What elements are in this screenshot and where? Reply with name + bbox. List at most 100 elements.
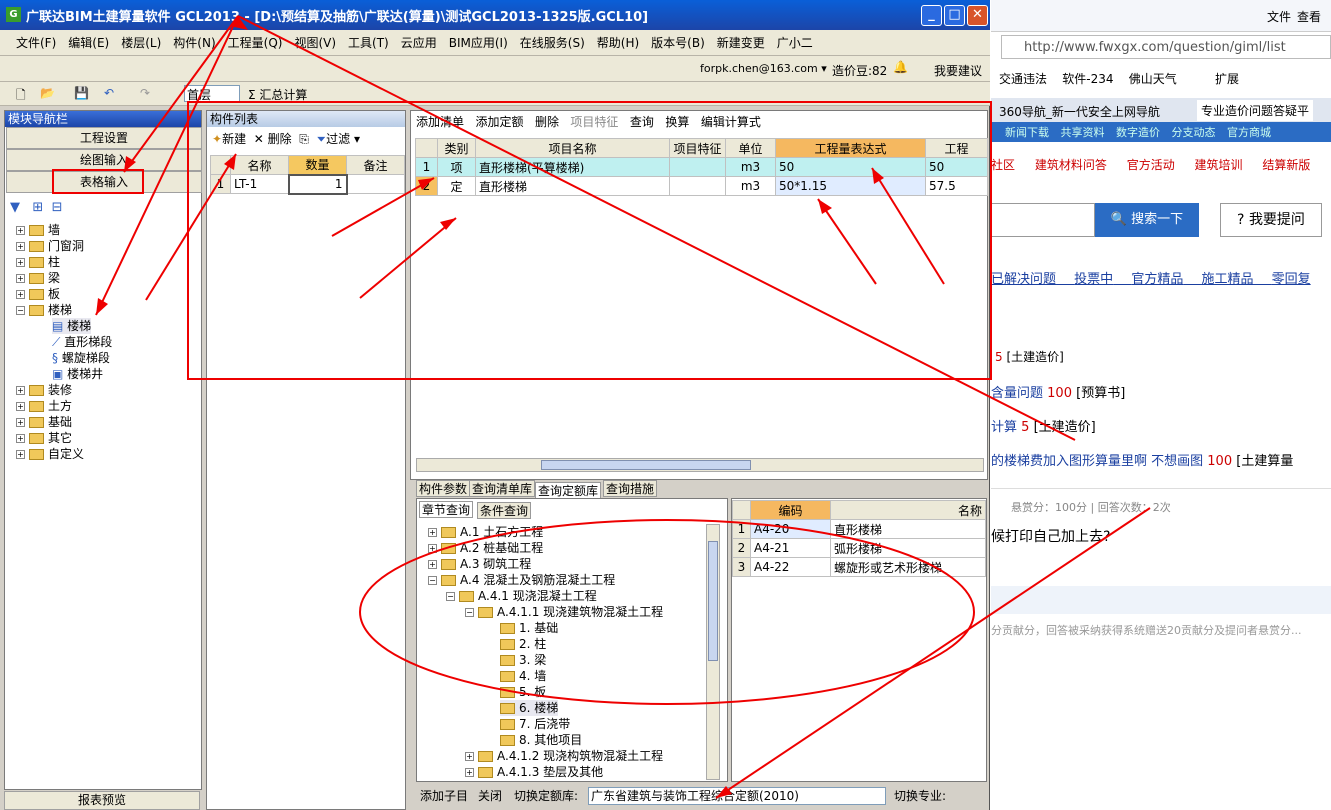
tree-vscrollbar[interactable]	[706, 524, 720, 780]
menu-guangxiaoer[interactable]: 广小二	[777, 34, 813, 51]
tree-item-straight-flight[interactable]: ⟋ 直形梯段	[52, 334, 112, 350]
fav-extension[interactable]: 扩展	[1215, 72, 1239, 86]
scroll-thumb[interactable]	[541, 460, 751, 470]
tree-item-beam[interactable]: + 梁	[16, 270, 60, 286]
question-item[interactable]: 计算 5 [土建造价]	[991, 416, 1096, 435]
filter-button[interactable]: ⏷过滤 ▾	[317, 132, 360, 146]
fav-traffic[interactable]: 交通违法	[999, 72, 1047, 86]
menu-floor[interactable]: 楼层(L)	[121, 34, 161, 51]
browser-menu-view[interactable]: 查看	[1297, 8, 1321, 25]
question-item[interactable]: 含量问题 100 [预算书]	[991, 382, 1125, 401]
menu-version[interactable]: 版本号(B)	[651, 34, 705, 51]
table-row[interactable]: 1 LT-1 1	[210, 173, 405, 195]
suggest-button[interactable]: 我要建议	[934, 62, 982, 79]
delete-component-button[interactable]: ✕ 删除	[254, 132, 292, 146]
site-search-button[interactable]: 🔍 搜索一下	[1095, 203, 1199, 237]
bell-icon[interactable]: 🔔	[893, 60, 908, 74]
tab-bill-library[interactable]: 查询清单库	[469, 480, 536, 497]
tab-condition-query[interactable]: 条件查询	[477, 502, 532, 519]
browser-tab-360[interactable]: 360导航_新一代安全上网导航	[999, 103, 1160, 120]
menu-new-change[interactable]: 新建变更	[717, 34, 765, 51]
menu-bim[interactable]: BIM应用(I)	[449, 34, 508, 51]
tree-item-column[interactable]: + 柱	[16, 254, 60, 270]
tree-item-foundation[interactable]: + 基础	[16, 414, 72, 430]
table-row[interactable]: 3 A4-22 螺旋形或艺术形楼梯	[732, 557, 986, 577]
new-component-button[interactable]: ✦新建	[212, 132, 246, 146]
fav-software[interactable]: 软件-234	[1062, 72, 1113, 86]
nav-project-settings[interactable]: 工程设置	[6, 127, 202, 149]
question-item[interactable]: 5 [土建造价]	[995, 348, 1064, 365]
tree-item-a3[interactable]: + A.3 砌筑工程	[428, 556, 531, 572]
new-file-icon[interactable]: 🗋	[16, 86, 26, 107]
tree-item-slab[interactable]: 5. 板	[500, 684, 546, 700]
account-email[interactable]: forpk.chen@163.com ▾	[700, 62, 827, 75]
site-search-input[interactable]	[991, 203, 1095, 237]
filter-icon[interactable]: ▼	[10, 200, 20, 215]
nav-table-input[interactable]: 表格输入	[6, 171, 202, 193]
tree-item-other[interactable]: + 其它	[16, 430, 72, 446]
add-child-button[interactable]: 添加子目	[420, 786, 468, 806]
menu-file[interactable]: 文件(F)	[16, 34, 56, 51]
tree-item-custom[interactable]: + 自定义	[16, 446, 84, 462]
copy-icon[interactable]: ⎘	[299, 132, 309, 146]
query-button[interactable]: 查询	[630, 115, 654, 129]
tree-item-a41[interactable]: − A.4.1 现浇混凝土工程	[446, 588, 597, 604]
tab-measures[interactable]: 查询措施	[603, 480, 658, 497]
tree-item-a411[interactable]: − A.4.1.1 现浇建筑物混凝土工程	[465, 604, 663, 620]
tree-item-stairs[interactable]: − 楼梯	[16, 302, 72, 318]
tree-scroll-thumb[interactable]	[708, 541, 718, 661]
address-bar[interactable]: http://www.fwxgx.com/question/giml/list	[1001, 35, 1331, 59]
fav-weather[interactable]: 佛山天气	[1129, 72, 1177, 86]
tree-item-wall[interactable]: 4. 墙	[500, 668, 546, 684]
menu-cloud[interactable]: 云应用	[401, 34, 437, 51]
browser-menu-file[interactable]: 文件	[1267, 8, 1291, 25]
menu-tools[interactable]: 工具(T)	[348, 34, 389, 51]
tab-chapter-query[interactable]: 章节查询	[419, 501, 474, 518]
quota-lib-select[interactable]: 广东省建筑与装饰工程综合定额(2010)	[588, 787, 886, 805]
edit-formula-button[interactable]: 编辑计算式	[701, 115, 761, 129]
tree-item-slab[interactable]: + 板	[16, 286, 60, 302]
menu-online[interactable]: 在线服务(S)	[520, 34, 585, 51]
tree-item-a2[interactable]: + A.2 桩基础工程	[428, 540, 543, 556]
nav-drawing-input[interactable]: 绘图输入	[6, 149, 202, 171]
add-quota-button[interactable]: 添加定额	[475, 115, 523, 129]
tree-item-a412[interactable]: + A.4.1.2 现浇构筑物混凝土工程	[465, 748, 663, 764]
tree-item-column[interactable]: 2. 柱	[500, 636, 546, 652]
feature-button[interactable]: 项目特征	[570, 115, 618, 129]
collapse-icon[interactable]: ⊟	[52, 200, 63, 215]
tree-item-earthwork[interactable]: + 土方	[16, 398, 72, 414]
table-row[interactable]: 2 定直形楼梯 m3 50*1.15 57.5	[415, 176, 988, 196]
table-row[interactable]: 2 A4-21 弧形楼梯	[732, 538, 986, 558]
minimize-button[interactable]: _	[921, 5, 942, 26]
report-preview-button[interactable]: 报表预览	[4, 791, 200, 810]
undo-icon[interactable]: ↶	[104, 86, 114, 100]
tree-item-beam[interactable]: 3. 梁	[500, 652, 546, 668]
tree-item-opening[interactable]: + 门窗洞	[16, 238, 84, 254]
close-quota-button[interactable]: 关闭	[478, 786, 502, 806]
tree-item-post-pour[interactable]: 7. 后浇带	[500, 716, 570, 732]
menu-edit[interactable]: 编辑(E)	[68, 34, 109, 51]
open-folder-icon[interactable]: 📂	[40, 86, 55, 100]
menu-component[interactable]: 构件(N)	[173, 34, 215, 51]
menu-quantity[interactable]: 工程量(Q)	[228, 34, 283, 51]
add-bill-button[interactable]: 添加清单	[416, 115, 464, 129]
redo-icon[interactable]: ↷	[140, 86, 150, 100]
close-button[interactable]: ✕	[967, 5, 988, 26]
tree-item-wall[interactable]: + 墙	[16, 222, 60, 238]
tree-item-others[interactable]: 8. 其他项目	[500, 732, 582, 748]
tree-item-spiral-flight[interactable]: § 螺旋梯段	[52, 350, 110, 366]
table-row[interactable]: 1 项直形楼梯(平算楼梯) m3 50 50	[415, 157, 988, 177]
tree-item-stairs[interactable]: 6. 楼梯	[500, 700, 559, 716]
browser-tab-active[interactable]: 专业造价问题答疑平	[1197, 100, 1314, 121]
table-row[interactable]: 1 A4-20 直形楼梯	[732, 519, 986, 539]
save-icon[interactable]: 💾	[74, 86, 89, 100]
menu-help[interactable]: 帮助(H)	[597, 34, 639, 51]
tab-component-params[interactable]: 构件参数	[416, 480, 471, 497]
tree-item-stairwell[interactable]: ▣ 楼梯井	[52, 366, 103, 382]
menu-view[interactable]: 视图(V)	[294, 34, 336, 51]
tab-quota-library[interactable]: 查询定额库	[535, 482, 602, 499]
tree-item-foundation[interactable]: 1. 基础	[500, 620, 558, 636]
convert-button[interactable]: 换算	[665, 115, 689, 129]
ask-question-button[interactable]: ? 我要提问	[1220, 203, 1322, 237]
maximize-button[interactable]: □	[944, 5, 965, 26]
